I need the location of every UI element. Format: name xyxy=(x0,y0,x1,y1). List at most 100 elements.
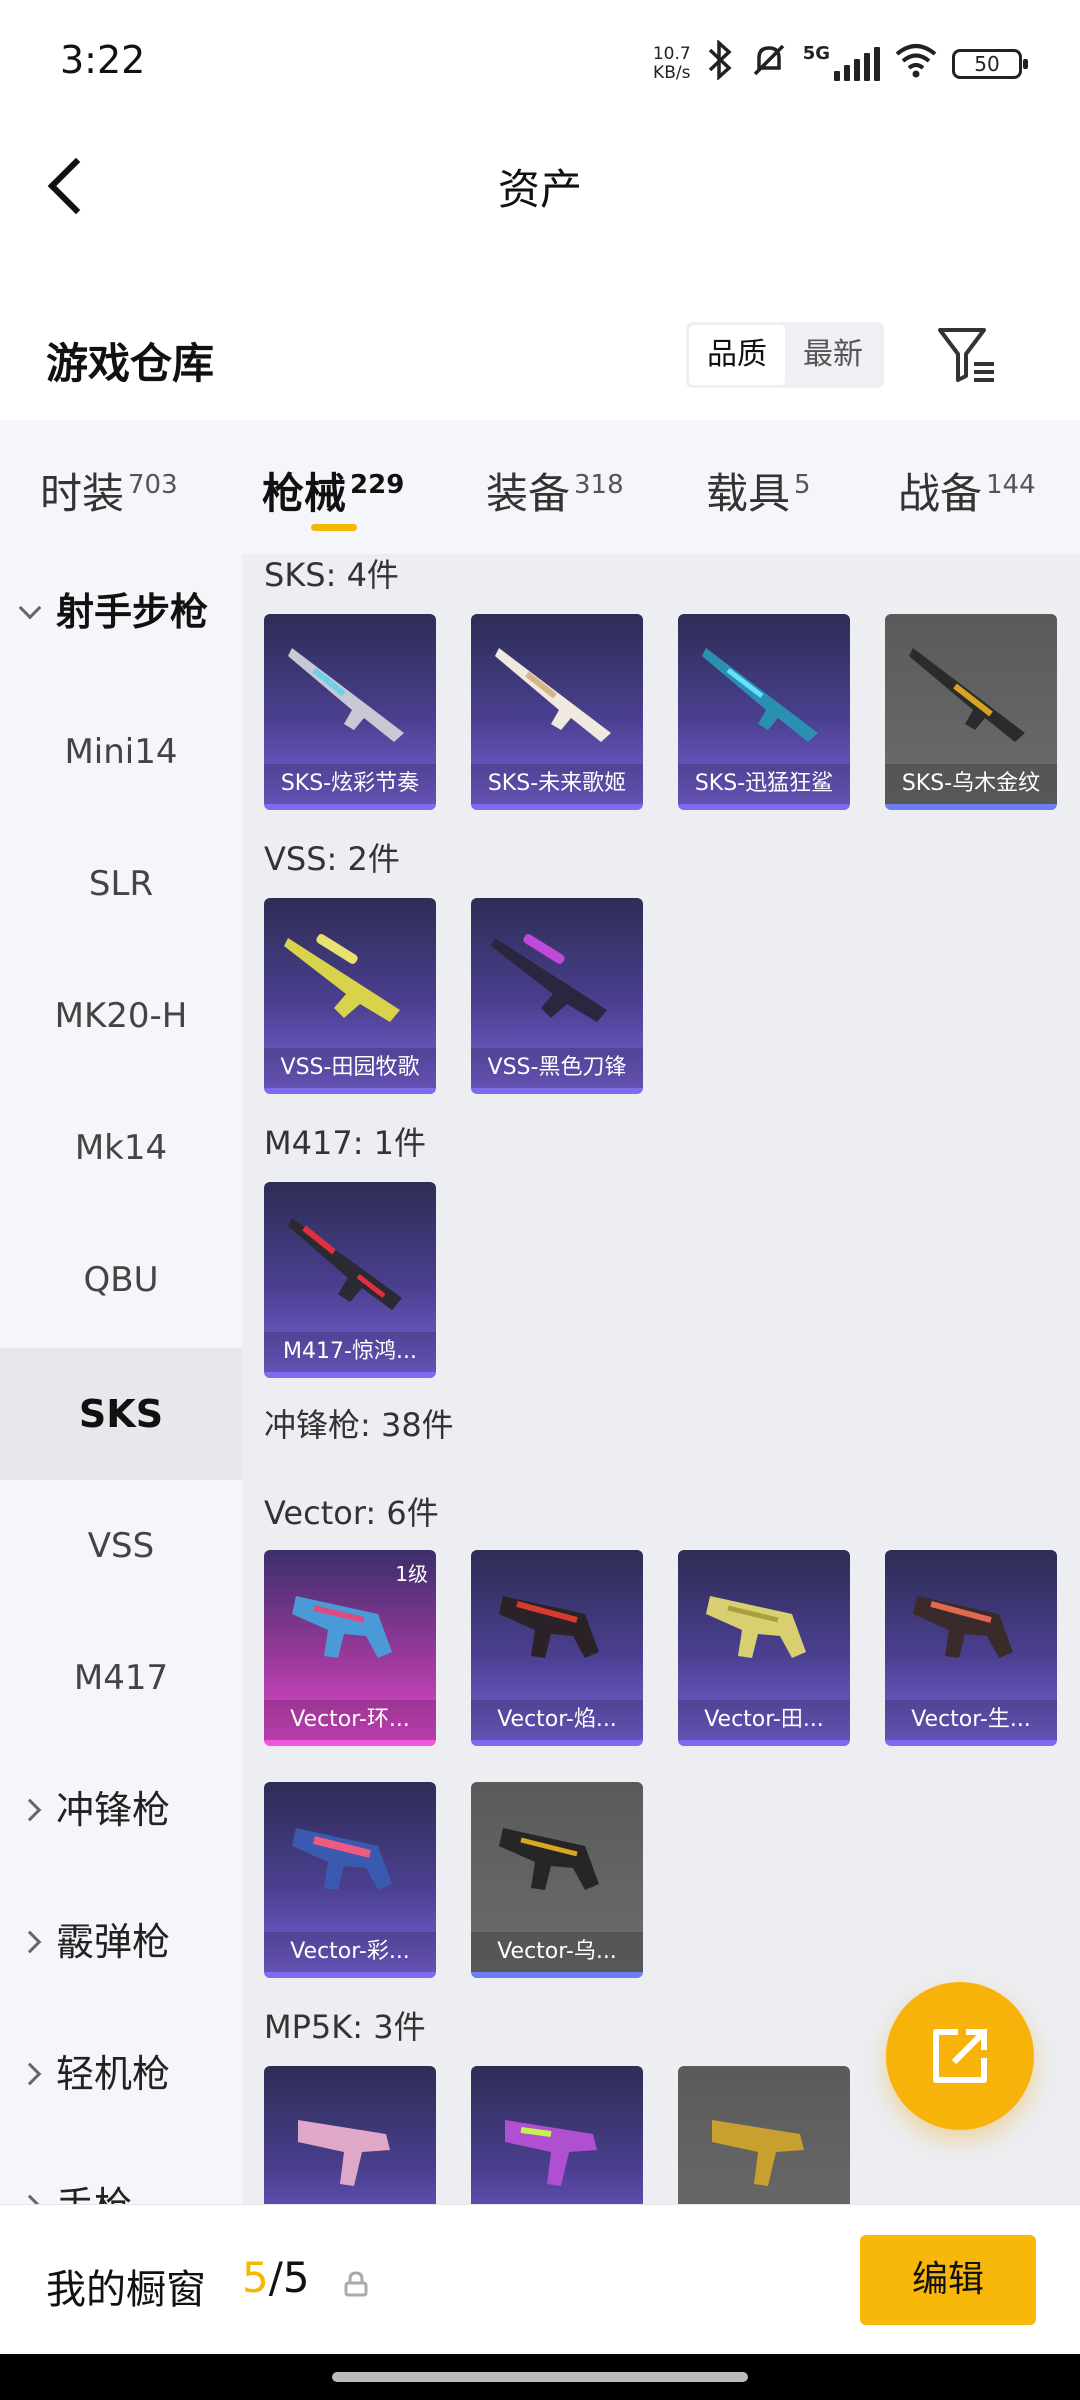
rifle-icon xyxy=(495,648,611,742)
weapon-card[interactable]: 1级 Vector-环... xyxy=(264,1550,436,1746)
weapon-name: SKS-迅猛狂鲨 xyxy=(678,764,850,804)
status-icons: 10.7 KB/s 5G 50 xyxy=(652,38,1028,89)
weapon-card[interactable] xyxy=(471,2066,643,2204)
edit-button[interactable]: 编辑 xyxy=(860,2235,1036,2325)
section-title-vector: Vector: 6件 xyxy=(264,1494,439,1532)
home-indicator[interactable] xyxy=(332,2372,748,2382)
smg-icon xyxy=(505,2120,597,2186)
sidebar-item-sks[interactable]: SKS xyxy=(0,1348,242,1480)
weapon-name: VSS-黑色刀锋 xyxy=(471,1048,643,1088)
sidebar-item-mini14[interactable]: Mini14 xyxy=(0,686,242,818)
sort-toggle: 品质 最新 xyxy=(686,322,884,388)
warehouse-title: 游戏仓库 xyxy=(46,339,215,388)
filter-icon xyxy=(938,328,994,382)
net-speed: 10.7 KB/s xyxy=(652,44,691,83)
sidebar-group-shotgun[interactable]: 霰弹枪 xyxy=(0,1876,242,2008)
weapon-name: Vector-乌... xyxy=(471,1932,643,1972)
showcase-count: 5/5 xyxy=(242,2253,310,2302)
share-button[interactable] xyxy=(886,1982,1034,2130)
weapon-card[interactable]: VSS-田园牧歌 xyxy=(264,898,436,1094)
smg-icon xyxy=(913,1596,1013,1658)
warehouse-header: 游戏仓库 品质 最新 xyxy=(0,300,1080,420)
weapon-card[interactable]: Vector-乌... xyxy=(471,1782,643,1978)
weapon-name: Vector-环... xyxy=(264,1700,436,1740)
signal-icon xyxy=(834,47,880,81)
section-title-smg: 冲锋枪: 38件 xyxy=(264,1406,454,1444)
sidebar-item-m417[interactable]: M417 xyxy=(0,1612,242,1744)
app-header: 资产 xyxy=(0,130,1080,240)
weapon-name: VSS-田园牧歌 xyxy=(264,1048,436,1088)
tab-equipment[interactable]: 装备 318 xyxy=(486,460,624,521)
sidebar-group-marksman[interactable]: 射手步枪 xyxy=(0,554,242,678)
chevron-down-icon xyxy=(18,596,42,620)
chevron-right-icon xyxy=(18,1798,42,1822)
my-window-label: 我的橱窗 xyxy=(46,2267,206,2313)
weapon-grid: SKS: 4件 SKS-炫彩节奏 SKS-未来歌姬 SKS-迅猛狂鲨 SKS-乌… xyxy=(242,554,1080,2204)
wifi-icon xyxy=(894,40,938,89)
system-nav-bar xyxy=(0,2354,1080,2400)
chevron-right-icon xyxy=(18,2194,42,2204)
share-external-icon xyxy=(933,2029,987,2083)
showcase-bar: 我的橱窗 5/5 编辑 xyxy=(0,2204,1080,2354)
sidebar-item-vss[interactable]: VSS xyxy=(0,1480,242,1612)
rifle-icon xyxy=(288,648,404,742)
sidebar-group-lmg[interactable]: 轻机枪 xyxy=(0,2008,242,2140)
smg-icon xyxy=(298,2120,390,2186)
weapon-card[interactable]: M417-惊鸿... xyxy=(264,1182,436,1378)
section-title-m417: M417: 1件 xyxy=(264,1124,427,1162)
smg-icon xyxy=(499,1596,599,1658)
category-tabs: 时装 703 枪械 229 装备 318 载具 5 战备 144 xyxy=(0,420,1080,554)
weapon-card[interactable] xyxy=(678,2066,850,2204)
active-tab-indicator xyxy=(311,524,357,531)
section-title-sks: SKS: 4件 xyxy=(264,556,399,594)
battery-icon: 50 xyxy=(952,49,1028,79)
tab-guns[interactable]: 枪械 229 xyxy=(262,460,404,521)
weapon-card[interactable]: Vector-田... xyxy=(678,1550,850,1746)
weapon-card[interactable]: Vector-生... xyxy=(885,1550,1057,1746)
sidebar-item-qbu[interactable]: QBU xyxy=(0,1214,242,1346)
sidebar-item-mk20h[interactable]: MK20-H xyxy=(0,950,242,1082)
sidebar-item-slr[interactable]: SLR xyxy=(0,818,242,950)
weapon-card[interactable]: VSS-黑色刀锋 xyxy=(471,898,643,1094)
status-time: 3:22 xyxy=(60,38,146,82)
filter-button[interactable] xyxy=(936,322,998,388)
weapon-name: M417-惊鸿... xyxy=(264,1332,436,1372)
weapon-card[interactable]: Vector-焰... xyxy=(471,1550,643,1746)
tab-combat-gear[interactable]: 战备 144 xyxy=(898,460,1036,521)
section-title-vss: VSS: 2件 xyxy=(264,840,400,878)
weapon-card[interactable] xyxy=(264,2066,436,2204)
rifle-icon xyxy=(909,648,1025,742)
weapon-sidebar: 射手步枪 Mini14 SLR MK20-H Mk14 QBU SKS VSS … xyxy=(0,554,242,2204)
lock-icon xyxy=(344,2271,368,2297)
weapon-name: SKS-乌木金纹 xyxy=(885,764,1057,804)
smg-icon xyxy=(292,1828,392,1890)
sort-quality[interactable]: 品质 xyxy=(689,325,785,385)
tab-vehicles[interactable]: 载具 5 xyxy=(706,460,811,521)
mute-vibrate-icon xyxy=(749,40,789,89)
network-type: 5G xyxy=(802,43,830,64)
weapon-name: Vector-田... xyxy=(678,1700,850,1740)
sniper-icon xyxy=(491,934,607,1022)
weapon-card[interactable]: Vector-彩... xyxy=(264,1782,436,1978)
chevron-right-icon xyxy=(18,1930,42,1954)
bluetooth-icon xyxy=(705,38,735,89)
sort-newest[interactable]: 最新 xyxy=(785,325,881,385)
weapon-name: SKS-未来歌姬 xyxy=(471,764,643,804)
weapon-card[interactable]: SKS-未来歌姬 xyxy=(471,614,643,810)
tab-fashion[interactable]: 时装 703 xyxy=(40,460,178,521)
sidebar-group-smg[interactable]: 冲锋枪 xyxy=(0,1744,242,1876)
smg-icon xyxy=(499,1828,599,1890)
sidebar-group-pistol[interactable]: 手枪 xyxy=(0,2140,242,2204)
chevron-right-icon xyxy=(18,2062,42,2086)
smg-icon xyxy=(706,1596,806,1658)
weapon-card[interactable]: SKS-迅猛狂鲨 xyxy=(678,614,850,810)
weapon-name: Vector-生... xyxy=(885,1700,1057,1740)
sidebar-item-mk14[interactable]: Mk14 xyxy=(0,1082,242,1214)
status-bar: 3:22 10.7 KB/s 5G 50 xyxy=(0,0,1080,130)
weapon-name: Vector-彩... xyxy=(264,1932,436,1972)
weapon-card[interactable]: SKS-炫彩节奏 xyxy=(264,614,436,810)
weapon-name: SKS-炫彩节奏 xyxy=(264,764,436,804)
weapon-card[interactable]: SKS-乌木金纹 xyxy=(885,614,1057,810)
smg-icon xyxy=(712,2120,804,2186)
sniper-icon xyxy=(284,934,400,1022)
